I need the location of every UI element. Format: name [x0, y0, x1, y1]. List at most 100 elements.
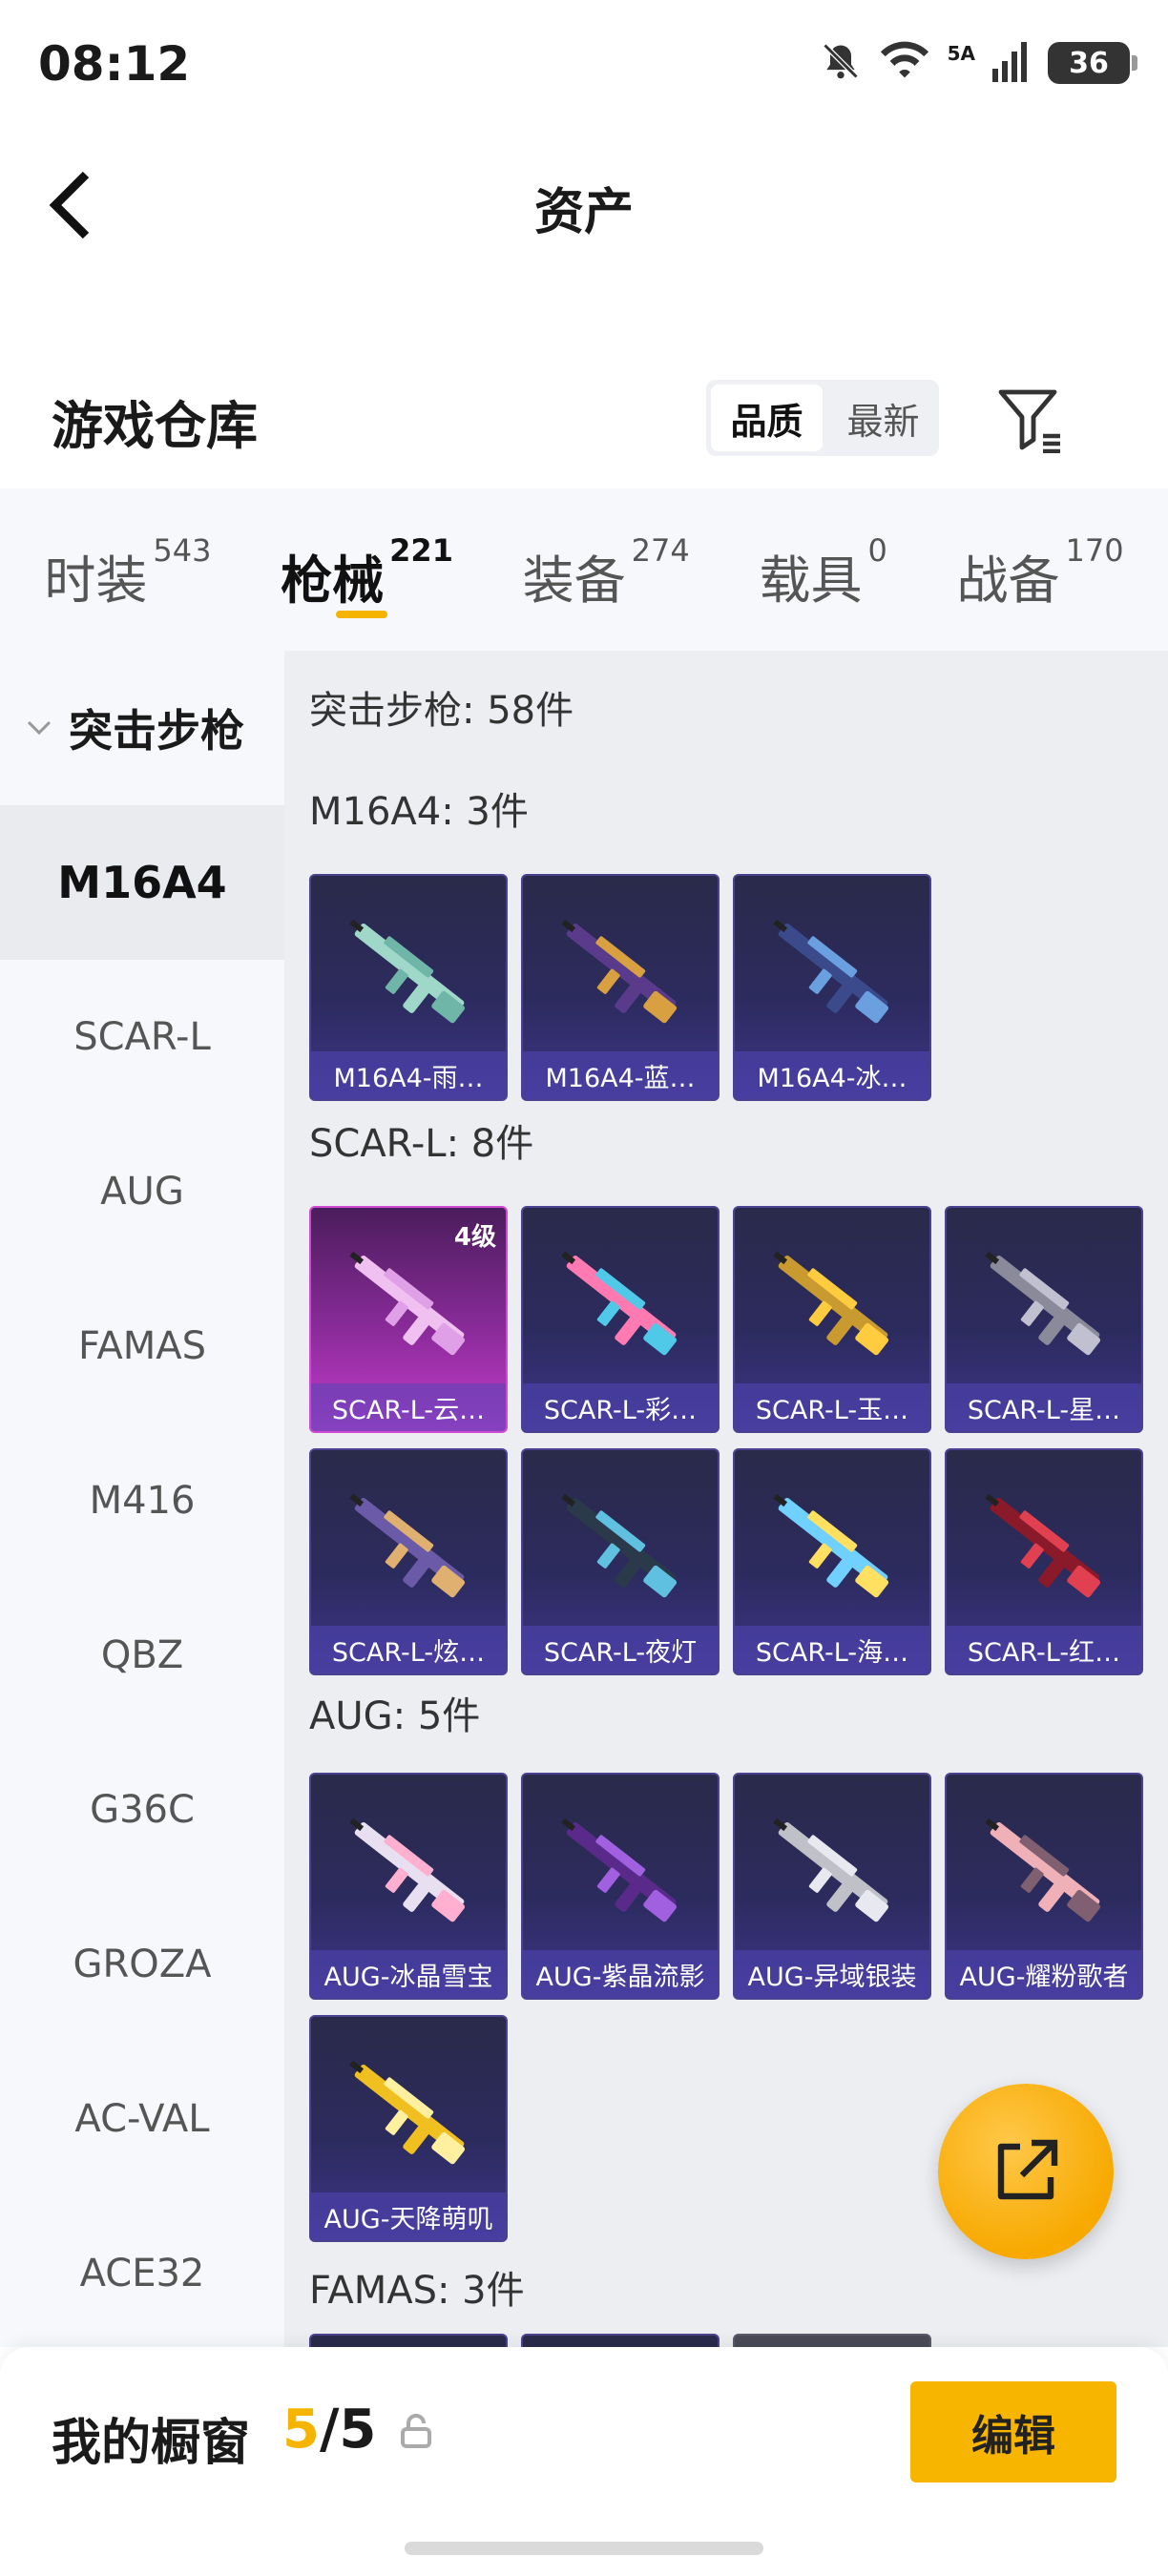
- tab-count: 221: [389, 532, 453, 569]
- skin-card[interactable]: SCAR-L-夜灯: [521, 1448, 720, 1675]
- share-icon: [997, 2139, 1058, 2200]
- skin-card[interactable]: AUG-冰晶雪宝: [309, 1773, 508, 2000]
- tab-count: 274: [631, 532, 690, 569]
- warehouse-header: 游戏仓库 品质 最新: [0, 353, 1168, 487]
- skin-name: AUG-异域银装: [735, 1950, 929, 1998]
- tab-underline: [336, 611, 388, 618]
- skin-name: M16A4-冰…: [735, 1051, 929, 1099]
- showcase-label: 我的橱窗: [52, 2415, 251, 2472]
- chevron-down-icon: [25, 712, 57, 744]
- tab-vehicles[interactable]: 载具 0: [759, 488, 886, 613]
- skin-card[interactable]: 4级 SCAR-L-云…: [309, 1206, 508, 1433]
- sidebar-item-aug[interactable]: AUG: [0, 1114, 284, 1269]
- filter-icon: [998, 389, 1060, 453]
- skin-card[interactable]: AUG-异域银装: [733, 1773, 931, 2000]
- skin-name: SCAR-L-彩…: [523, 1383, 718, 1431]
- sidebar-item-scar-l[interactable]: SCAR-L: [0, 960, 284, 1114]
- showcase-current: 5: [282, 2399, 320, 2461]
- showcase-count: 5/5: [282, 2399, 376, 2461]
- section-title: M16A4: 3件: [309, 790, 529, 834]
- skin-card[interactable]: [309, 2334, 508, 2347]
- skin-name: SCAR-L-玉…: [735, 1383, 929, 1431]
- status-icons: 5A 36: [820, 40, 1137, 86]
- sort-toggle: 品质 最新: [706, 380, 939, 456]
- sidebar-item-ace32[interactable]: ACE32: [0, 2196, 284, 2347]
- skin-name: SCAR-L-夜灯: [523, 1626, 718, 1673]
- skin-name: AUG-冰晶雪宝: [311, 1950, 506, 1998]
- page-title: 资产: [533, 184, 634, 241]
- network-type: 5A: [947, 42, 975, 65]
- tab-equipment[interactable]: 装备 274: [523, 488, 690, 613]
- section-title: AUG: 5件: [309, 1694, 481, 1738]
- lock-icon: [399, 2414, 433, 2452]
- skin-card[interactable]: [733, 2334, 931, 2347]
- skin-name: SCAR-L-红…: [947, 1626, 1141, 1673]
- skin-card[interactable]: AUG-天降萌叽: [309, 2015, 508, 2242]
- skin-name: M16A4-雨…: [311, 1051, 506, 1099]
- skin-card[interactable]: M16A4-雨…: [309, 874, 508, 1101]
- category-title: 突击步枪: 58件: [309, 689, 574, 733]
- sort-quality-button[interactable]: 品质: [711, 384, 823, 451]
- sidebar-group-assault-rifle[interactable]: 突击步枪: [0, 651, 284, 805]
- sidebar-group-label: 突击步枪: [69, 705, 244, 757]
- section-title: SCAR-L: 8件: [309, 1122, 534, 1166]
- skin-card[interactable]: SCAR-L-玉…: [733, 1206, 931, 1433]
- edit-button[interactable]: 编辑: [910, 2381, 1116, 2483]
- sidebar-item-g36c[interactable]: G36C: [0, 1733, 284, 1887]
- skin-card[interactable]: SCAR-L-炫…: [309, 1448, 508, 1675]
- skin-name: SCAR-L-海…: [735, 1626, 929, 1673]
- sort-newest-button[interactable]: 最新: [827, 380, 939, 456]
- sidebar-item-ac-val[interactable]: AC-VAL: [0, 2042, 284, 2196]
- skin-card[interactable]: AUG-紫晶流影: [521, 1773, 720, 2000]
- skin-name: AUG-耀粉歌者: [947, 1950, 1141, 1998]
- warehouse-title: 游戏仓库: [52, 396, 258, 456]
- tab-label: 战备: [956, 551, 1060, 611]
- wifi-icon: [879, 40, 930, 86]
- showcase-total: 5: [339, 2399, 377, 2461]
- tab-costume[interactable]: 时装 543: [44, 488, 211, 613]
- category-tabs: 时装 543 枪械 221 装备 274 载具 0 战备 170: [0, 488, 1168, 651]
- skin-name: M16A4-蓝…: [523, 1051, 718, 1099]
- home-indicator[interactable]: [405, 2542, 763, 2555]
- skin-name: SCAR-L-云…: [311, 1383, 506, 1431]
- title-bar: 资产: [0, 134, 1168, 277]
- tab-count: 170: [1065, 532, 1124, 569]
- skin-name: AUG-紫晶流影: [523, 1950, 718, 1998]
- tab-label: 枪械: [281, 551, 385, 611]
- skin-name: AUG-天降萌叽: [311, 2192, 506, 2240]
- tab-count: 0: [867, 532, 887, 569]
- showcase-separator: /: [319, 2399, 340, 2461]
- sidebar-item-groza[interactable]: GROZA: [0, 1887, 284, 2042]
- status-bar: 08:12 5A 36: [0, 0, 1168, 134]
- signal-icon: [992, 40, 1031, 86]
- sidebar-item-m16a4[interactable]: M16A4: [0, 805, 284, 960]
- share-fab[interactable]: [938, 2084, 1114, 2259]
- sidebar-item-famas[interactable]: FAMAS: [0, 1269, 284, 1423]
- skin-name: SCAR-L-星…: [947, 1383, 1141, 1431]
- tab-label: 时装: [44, 551, 148, 611]
- weapon-sidebar: 突击步枪 M16A4 SCAR-L AUG FAMAS M416 QBZ G36…: [0, 651, 284, 2347]
- skin-card[interactable]: SCAR-L-海…: [733, 1448, 931, 1675]
- skin-card[interactable]: M16A4-蓝…: [521, 874, 720, 1101]
- skin-card[interactable]: SCAR-L-星…: [945, 1206, 1143, 1433]
- skin-card[interactable]: AUG-耀粉歌者: [945, 1773, 1143, 2000]
- filter-button[interactable]: [992, 382, 1069, 458]
- skin-card[interactable]: SCAR-L-红…: [945, 1448, 1143, 1675]
- tab-label: 载具: [759, 551, 863, 611]
- tab-label: 装备: [522, 551, 626, 611]
- section-title: FAMAS: 3件: [309, 2269, 525, 2313]
- tab-supplies[interactable]: 战备 170: [957, 488, 1124, 613]
- tab-count: 543: [153, 532, 212, 569]
- mute-icon: [820, 40, 862, 86]
- sidebar-item-m416[interactable]: M416: [0, 1423, 284, 1578]
- skin-card[interactable]: M16A4-冰…: [733, 874, 931, 1101]
- status-time: 08:12: [38, 36, 191, 92]
- tab-weapons[interactable]: 枪械 221: [281, 488, 453, 618]
- showcase-bar: 我的橱窗 5/5 编辑: [0, 2347, 1168, 2576]
- skin-name: SCAR-L-炫…: [311, 1626, 506, 1673]
- battery-icon: 36: [1048, 42, 1137, 84]
- skin-card[interactable]: SCAR-L-彩…: [521, 1206, 720, 1433]
- skin-level-badge: 4级: [453, 1223, 496, 1252]
- skin-card[interactable]: [521, 2334, 720, 2347]
- sidebar-item-qbz[interactable]: QBZ: [0, 1578, 284, 1733]
